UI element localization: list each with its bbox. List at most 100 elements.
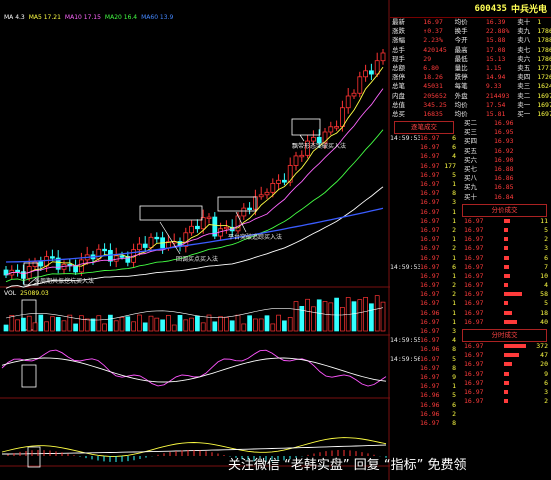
volume-bar (264, 315, 270, 332)
quote-row: 涨停 18.26 跌停 14.94 卖四 1726 (390, 73, 551, 82)
trade-time (390, 364, 420, 373)
volume-bar (311, 306, 316, 332)
volume-bar (125, 316, 131, 332)
ma-line-10 (5, 88, 384, 276)
trade-time (390, 299, 420, 308)
trade-volume: 1 (452, 207, 456, 216)
quote-cell: 1771 (537, 63, 551, 72)
volume-bar (340, 307, 345, 332)
trade-volume: 1 (452, 253, 456, 262)
price: 16.97 (464, 271, 484, 280)
fenshi-title[interactable]: 分时成交 (462, 329, 547, 342)
volume-bar (380, 301, 386, 332)
volume-bar (504, 342, 528, 351)
candle-body (351, 92, 357, 97)
bid-price: 16.96 (494, 119, 514, 128)
quote-cell: 卖十 (517, 18, 531, 26)
volume: 2 (544, 397, 548, 406)
volume-bar (504, 281, 528, 290)
candle-body (136, 243, 142, 251)
legend-item: MA60 13.9 (141, 14, 174, 21)
bid-label: 买六 (464, 155, 477, 164)
trade-price: 16.97 (420, 207, 440, 216)
trade-price: 16.96 (420, 345, 440, 354)
candle-body (223, 226, 229, 230)
trade-row: 16.97 1 (390, 318, 458, 327)
volume-bar (504, 397, 528, 406)
volume: 5 (544, 299, 548, 308)
volume-bar (224, 317, 229, 332)
trade-row: 14:59:56 16.97 5 (390, 355, 458, 364)
bid-price: 16.90 (494, 155, 514, 164)
candle-body (363, 70, 369, 78)
trade-price: 16.96 (420, 308, 440, 317)
bid-row: 买九 16.85 (458, 183, 551, 192)
quote-row: 总买 16835 均价 15.81 买一 1697 (390, 110, 551, 119)
candle-body (276, 179, 282, 184)
trade-volume: 6 (452, 143, 456, 152)
price: 16.97 (464, 360, 484, 369)
fenshi-row: 16.97 3 (458, 388, 551, 397)
candle-body (328, 126, 334, 133)
volume-bar (334, 297, 339, 332)
trade-price: 16.97 (420, 290, 440, 299)
volume: 6 (544, 378, 548, 387)
trade-volume: 5 (452, 170, 456, 179)
price: 16.97 (464, 225, 484, 234)
trade-row: 16.97 1 (390, 217, 458, 226)
trade-volume: 3 (452, 327, 456, 335)
volume: 20 (540, 360, 548, 369)
bid-label: 买九 (464, 183, 477, 192)
volume-bar (504, 290, 528, 299)
quote-cell: 15.88 (485, 36, 506, 45)
volume-bar (3, 324, 9, 332)
trade-price: 16.97 (420, 382, 440, 391)
quote-cell: 卖七 (517, 45, 531, 54)
volume-bar (369, 303, 374, 332)
quote-cell: 总额 (392, 63, 405, 72)
volume-bar (44, 321, 49, 332)
trade-row: 16.97 1 (390, 235, 458, 244)
volume-bar (229, 320, 235, 332)
volume-bar (351, 301, 357, 332)
kline-chart-area[interactable]: MA 4.3 MA5 17.21 MA10 17.15 MA20 16.4 MA60 1… (0, 0, 390, 480)
quote-cell: 量比 (454, 63, 468, 72)
bid-label: 买七 (464, 165, 477, 173)
candle-body (299, 154, 305, 158)
volume: 40 (540, 317, 548, 326)
price: 16.97 (464, 369, 484, 378)
legend-item: MA10 17.15 (64, 14, 101, 21)
trade-time (390, 254, 420, 263)
indicator1-line-b (1, 357, 387, 383)
trade-title[interactable]: 逐笔成交 (394, 121, 454, 135)
trade-volume: 5 (452, 354, 456, 363)
volume-bar (113, 320, 119, 332)
trade-row: 16.97 4 (390, 152, 458, 161)
quote-cell: 买一 (517, 109, 531, 118)
fenjia-title[interactable]: 分价成交 (462, 203, 547, 217)
candle-body (50, 256, 55, 259)
volume-bar (108, 314, 113, 332)
candle-body (20, 271, 26, 279)
trade-row: 16.97 2 (390, 281, 458, 290)
quote-cell: 14.94 (485, 73, 506, 82)
volume: 2 (544, 235, 548, 244)
bid-row: 买二 16.96 (458, 119, 551, 128)
quote-cell: 17.08 (485, 45, 506, 54)
bid-row: 买四 16.93 (458, 137, 551, 146)
trade-price: 16.97 (420, 134, 440, 143)
volume: 18 (540, 308, 548, 317)
quote-cell: 1786 (537, 54, 551, 63)
quote-cell: 涨幅 (392, 36, 405, 45)
trade-volume: 1 (452, 271, 456, 280)
fenjia-row: 16.97 4 (458, 281, 551, 290)
quote-cell: 1697 (537, 91, 551, 100)
volume: 5 (544, 225, 548, 234)
volume-bar (504, 217, 528, 226)
trade-volume: 6 (452, 400, 456, 409)
annotation-box (291, 118, 321, 136)
bid-price: 16.84 (494, 192, 514, 201)
fenjia-row: 16.97 10 (458, 272, 551, 281)
quote-cell: 总值 (392, 100, 405, 109)
fenjia-row: 16.97 11 (458, 217, 551, 226)
